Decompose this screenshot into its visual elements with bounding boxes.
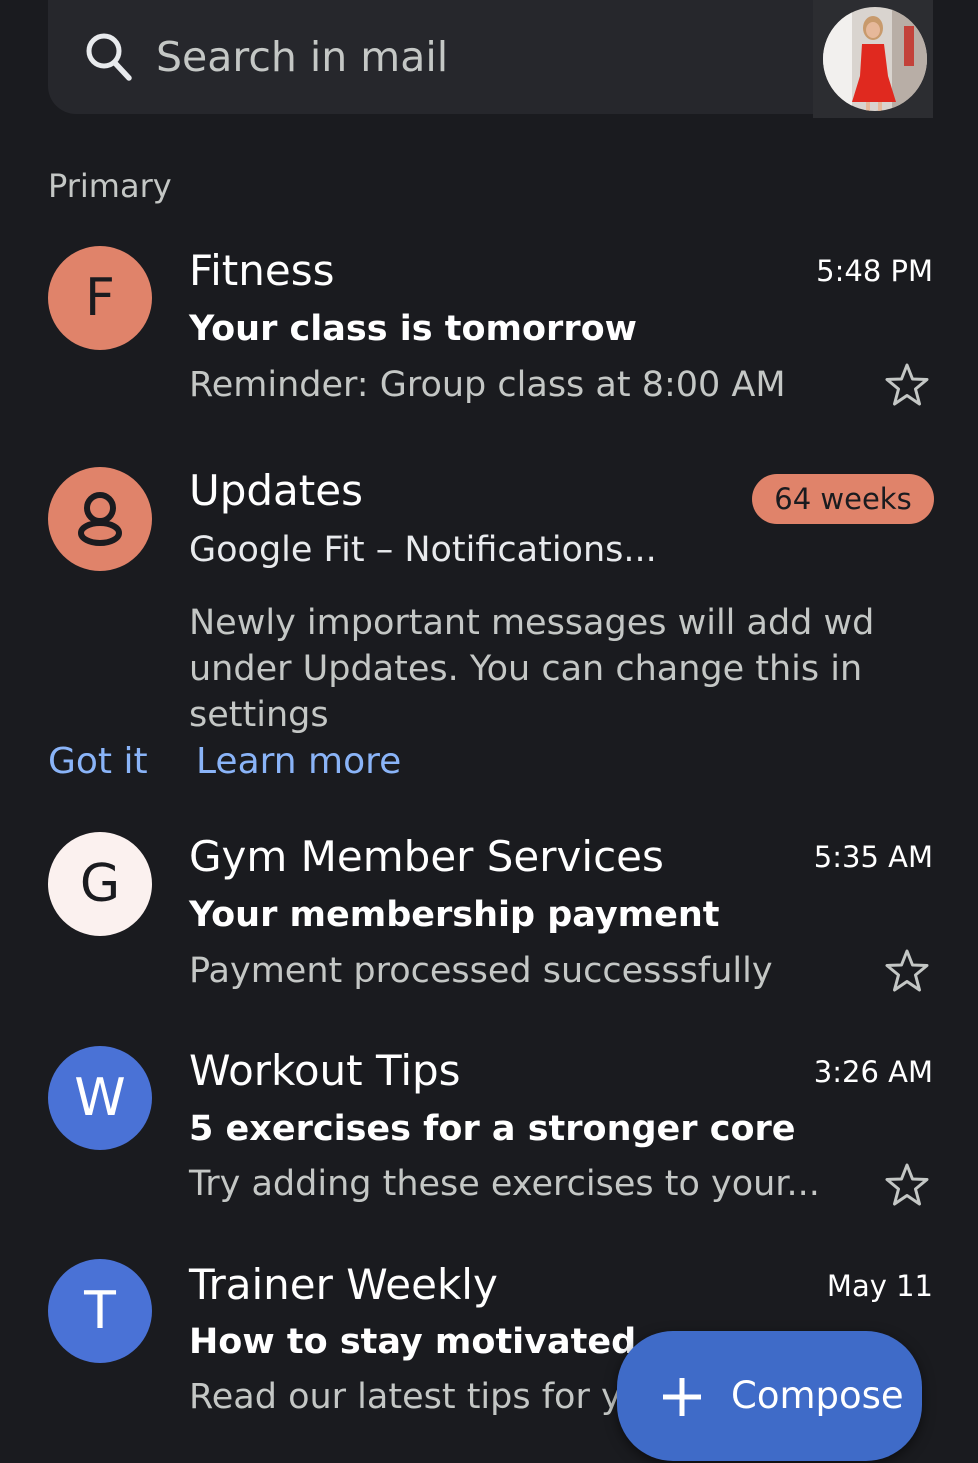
- mail-subject: Your class is tomorrow: [189, 309, 637, 349]
- mail-time: 5:48 PM: [816, 254, 933, 288]
- updates-avatar: [48, 467, 152, 571]
- section-label-primary: Primary: [48, 167, 172, 205]
- mail-preview: Read our latest tips for you: [189, 1377, 666, 1417]
- mail-time: 5:35 AM: [813, 840, 933, 874]
- mail-preview: Reminder: Group class at 8:00 AM: [189, 365, 786, 405]
- sender-name: Trainer Weekly: [189, 1260, 498, 1309]
- star-icon[interactable]: [884, 362, 930, 408]
- search-input[interactable]: Search in mail: [156, 30, 448, 84]
- mail-time: May 11: [826, 1269, 933, 1303]
- sender-name: Workout Tips: [189, 1046, 461, 1095]
- plus-icon: [663, 1378, 701, 1416]
- sender-avatar: T: [48, 1259, 152, 1363]
- updates-icon: [78, 492, 122, 546]
- sender-avatar: F: [48, 246, 152, 350]
- got-it-button[interactable]: Got it: [48, 739, 148, 785]
- updates-body: Newly important messages will add wd und…: [189, 603, 875, 735]
- sender-avatar: W: [48, 1046, 152, 1150]
- mail-subject: Your membership payment: [189, 895, 720, 935]
- mail-subject: How to stay motivated: [189, 1322, 637, 1362]
- updates-badge: 64 weeks: [752, 474, 934, 524]
- avatar-initial: T: [84, 1281, 116, 1341]
- compose-label: Compose: [731, 1374, 904, 1417]
- sender-avatar: G: [48, 832, 152, 936]
- learn-more-button[interactable]: Learn more: [196, 739, 401, 785]
- avatar-initial: W: [74, 1068, 126, 1128]
- avatar-initial: G: [79, 854, 121, 914]
- mail-subject: 5 exercises for a stronger core: [189, 1109, 796, 1149]
- updates-title: Updates: [189, 466, 363, 515]
- sender-name: Gym Member Services: [189, 832, 664, 881]
- sender-name: Fitness: [189, 246, 335, 295]
- mail-time: 3:26 AM: [813, 1055, 933, 1089]
- search-icon[interactable]: [84, 30, 134, 84]
- compose-button[interactable]: Compose: [617, 1331, 922, 1461]
- star-icon[interactable]: [884, 1162, 930, 1208]
- avatar-initial: F: [85, 268, 115, 328]
- mail-preview: Payment processed successsfully: [189, 951, 773, 991]
- mail-inbox-screen: Search in mail Primary F Fitness 5:48 PM…: [0, 0, 978, 1463]
- star-icon[interactable]: [884, 948, 930, 994]
- mail-preview: Try adding these exercises to your...: [189, 1164, 820, 1204]
- updates-subject: Google Fit – Notifications...: [189, 530, 657, 570]
- account-avatar[interactable]: [822, 6, 928, 112]
